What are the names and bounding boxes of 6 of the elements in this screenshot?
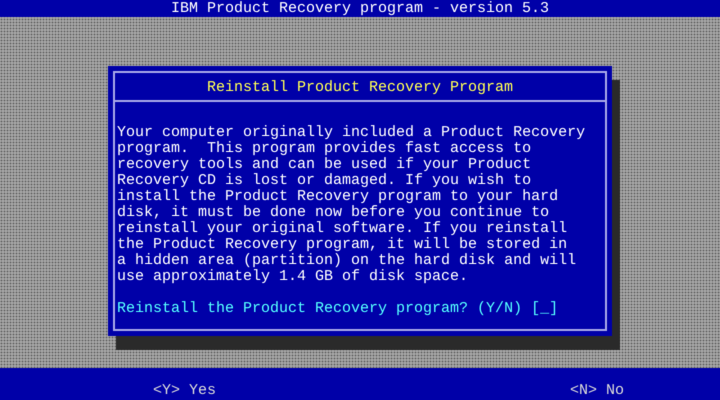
program-title: IBM Product Recovery program - version 5.3 [170, 0, 550, 17]
key-option[interactable]: <N> No [570, 383, 624, 399]
description-paragraph: Your computer originally included a Product Recovery program. This program provides fast access to recovery tools and can be used if your Product Recovery CD is lost or damaged. If you wish to install the Product Recovery program to your hard disk, it must be done now before you continue to reinstall your original software. If you reinstall the Product Recovery program, it will be stored in a hidden area (partition) on the hard disk and will use approximately 1.4 GB of disk space. [117, 125, 586, 285]
dialog-title: Reinstall Product Recovery Program [206, 79, 514, 96]
prompt-text: Reinstall the Product Recovery program? (Y/N) [_] [117, 301, 558, 317]
key-option[interactable]: <Y> Yes [153, 383, 216, 399]
